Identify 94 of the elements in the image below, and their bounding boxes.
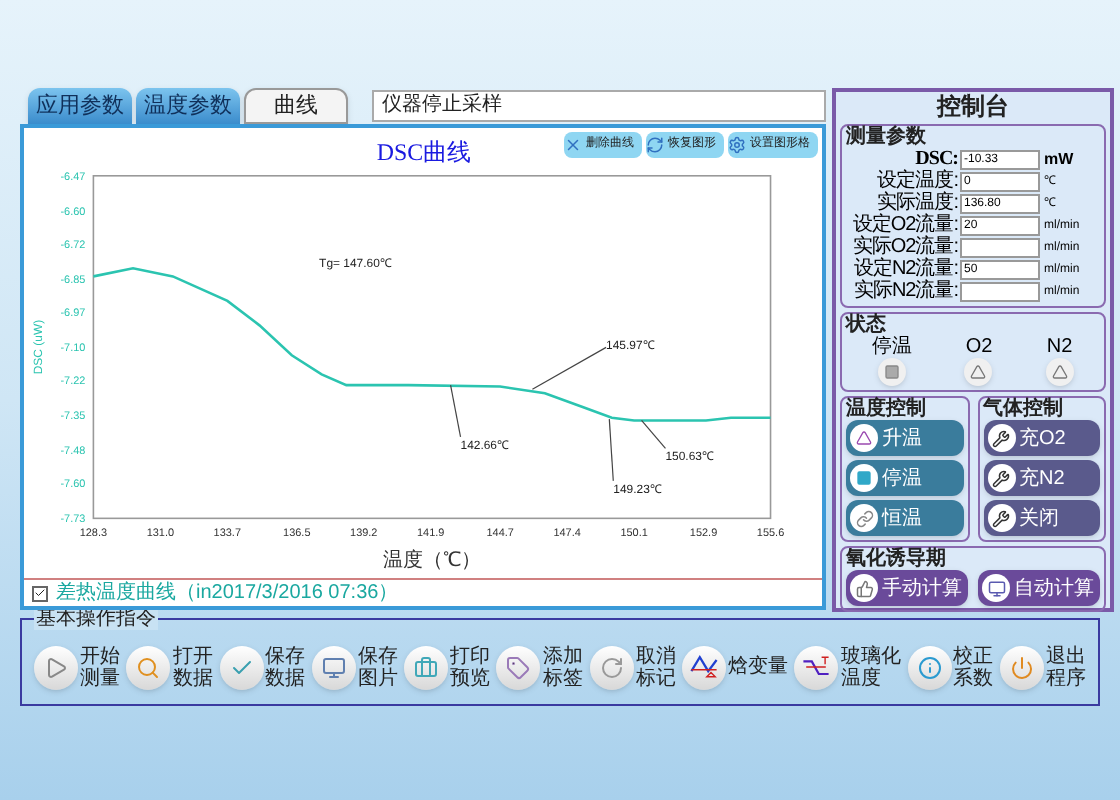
leader-line: [531, 346, 607, 390]
group-title: 测量参数: [846, 126, 928, 148]
command-label: 图片: [357, 667, 398, 689]
command-label: 打开: [172, 645, 213, 667]
command-icon: [44, 655, 68, 679]
group-title: 气体控制: [983, 398, 1065, 420]
step-curve-icon: [802, 654, 831, 680]
leader-line: [449, 384, 462, 438]
command-label: 数据: [172, 667, 213, 689]
status-label: N2: [1046, 336, 1073, 358]
legend-label: 差热温度曲线（in2017/3/2016 07:36）: [56, 581, 399, 606]
leader-line: [640, 419, 667, 449]
command-button[interactable]: 保存 图片: [311, 645, 398, 689]
command-icon: [506, 655, 531, 679]
leader-line: [608, 418, 614, 482]
command-button[interactable]: 玻璃化 温度: [794, 645, 901, 689]
command-button[interactable]: 退出 程序: [999, 645, 1086, 689]
control-button[interactable]: 升温: [846, 420, 963, 456]
tool-icon: [564, 136, 582, 154]
command-label: 保存: [357, 645, 398, 667]
console-title: 控制台: [934, 92, 1011, 120]
tool-icon: [728, 136, 746, 154]
command-label: 预览: [450, 667, 491, 689]
tab[interactable]: 应用参数: [28, 88, 132, 124]
command-icon: [1009, 655, 1034, 679]
tab[interactable]: 温度参数: [136, 88, 240, 124]
field-label: 实际温度:: [877, 192, 958, 214]
input-field[interactable]: [960, 281, 1040, 301]
chart-title: DSC曲线: [376, 137, 472, 166]
command-label: 保存: [265, 645, 306, 667]
control-button[interactable]: 充N2: [983, 460, 1100, 496]
control-button[interactable]: 恒温: [846, 500, 963, 536]
status-label: O2: [965, 336, 993, 358]
field-label: 设定温度:: [875, 170, 958, 192]
triangle-icon: [856, 430, 872, 446]
command-label: 系数: [953, 667, 994, 689]
command-label: 数据: [265, 667, 306, 689]
stop-icon: [884, 364, 901, 380]
command-label: 温度: [840, 667, 881, 689]
command-button[interactable]: 添加 标签: [496, 645, 583, 689]
control-button[interactable]: 手动计算: [846, 570, 968, 606]
command-button[interactable]: 保存 数据: [219, 645, 306, 689]
command-icon: [321, 655, 346, 679]
triangle-icon: [1051, 364, 1068, 380]
command-icon: [599, 655, 624, 679]
command-icon: [414, 655, 439, 679]
link-icon: [855, 509, 873, 527]
status-label: 停温: [872, 336, 913, 358]
group-title: 状态: [846, 314, 888, 336]
tab[interactable]: 曲线: [244, 88, 348, 124]
wave-delta-h-icon: [690, 654, 719, 680]
input-field[interactable]: [960, 237, 1040, 257]
legend-checkbox[interactable]: [32, 585, 48, 602]
screen-icon: [987, 579, 1005, 597]
command-label: 添加: [542, 645, 583, 667]
command-button[interactable]: 校正 系数: [907, 645, 994, 689]
command-button[interactable]: 焓变量: [682, 645, 789, 689]
thumbs-up-icon: [855, 579, 873, 597]
unit-label: mW: [1044, 149, 1074, 169]
group-title: 温度控制: [846, 398, 928, 420]
command-icon: [136, 655, 161, 679]
command-label: 焓变量: [728, 656, 789, 678]
command-button[interactable]: 取消 标记: [589, 645, 676, 689]
command-label: 程序: [1045, 667, 1086, 689]
command-label: 标签: [542, 667, 583, 689]
control-button[interactable]: 停温: [846, 460, 963, 496]
command-button[interactable]: 打印 预览: [404, 645, 491, 689]
control-button[interactable]: 关闭: [983, 500, 1100, 536]
control-button[interactable]: 充O2: [983, 420, 1100, 456]
field-label: DSC:: [915, 148, 958, 170]
check-icon: [34, 586, 46, 601]
tool-icon: [646, 136, 664, 154]
command-button[interactable]: 开始 测量: [34, 645, 120, 689]
command-button[interactable]: 打开 数据: [126, 645, 213, 689]
square-icon: [856, 470, 872, 486]
field-label: 设定O2流量:: [850, 214, 958, 236]
command-label: 校正: [953, 645, 994, 667]
control-button[interactable]: 自动计算: [978, 570, 1100, 606]
command-label: 测量: [80, 667, 120, 689]
field-label: 实际N2流量:: [851, 280, 958, 302]
command-icon: [229, 655, 254, 679]
command-label: 退出: [1045, 645, 1086, 667]
command-icon: [917, 655, 942, 679]
status-field[interactable]: 仪器停止采样: [372, 90, 826, 122]
x-axis-label: 温度（℃）: [382, 550, 481, 573]
command-label: 开始: [80, 645, 120, 667]
command-label: 玻璃化: [840, 645, 901, 667]
field-label: 设定N2流量:: [851, 258, 958, 280]
group-title: 氧化诱导期: [846, 548, 948, 570]
command-label: 标记: [635, 667, 676, 689]
command-label: 打印: [450, 645, 491, 667]
triangle-icon: [970, 364, 987, 380]
field-label: 实际O2流量:: [850, 236, 958, 258]
command-label: 取消: [635, 645, 676, 667]
